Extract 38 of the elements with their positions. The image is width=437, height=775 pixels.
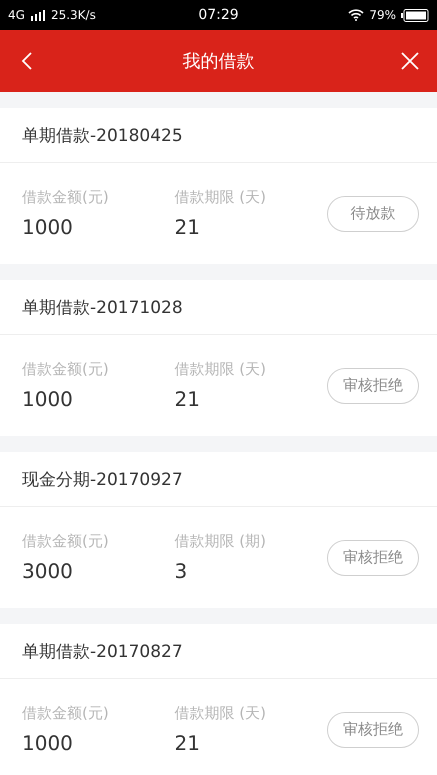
amount-label: 借款金额(元) [22,704,110,723]
page-title: 我的借款 [182,50,254,73]
term-label: 借款期限 (天) [174,360,267,379]
term-label: 借款期限 (期) [174,532,267,551]
loan-card[interactable]: 单期借款-20170827 借款金额(元) 1000 借款期限 (天) 21 审核拒绝 [0,624,437,775]
battery-icon [401,8,430,22]
loan-status-button[interactable]: 审核拒绝 [327,712,419,748]
term-label: 借款期限 (天) [174,704,267,723]
close-icon[interactable] [400,51,420,71]
loan-status-button[interactable]: 审核拒绝 [327,540,419,576]
term-value: 21 [174,731,201,755]
loan-status-button[interactable]: 审核拒绝 [327,368,419,404]
term-value: 3 [174,559,188,583]
amount-value: 3000 [22,559,74,583]
loan-card[interactable]: 单期借款-20180425 借款金额(元) 1000 借款期限 (天) 21 待放款 [0,108,437,264]
term-label: 借款期限 (天) [174,188,267,207]
amount-label: 借款金额(元) [22,188,110,207]
amount-value: 1000 [22,731,74,755]
loan-title: 单期借款-20170827 [0,624,437,679]
amount-value: 1000 [22,387,74,411]
signal-icon [30,10,45,20]
amount-value: 1000 [22,215,74,239]
battery-percent: 79% [369,8,396,22]
network-type: 4G [8,8,25,22]
wifi-icon [348,9,364,21]
loan-card[interactable]: 现金分期-20170927 借款金额(元) 3000 借款期限 (期) 3 审核拒绝 [0,452,437,608]
loan-title: 现金分期-20170927 [0,452,437,507]
network-speed: 25.3K/s [50,8,96,22]
term-value: 21 [174,387,201,411]
loan-title: 单期借款-20171028 [0,280,437,335]
back-icon[interactable] [21,51,33,71]
loan-title: 单期借款-20180425 [0,108,437,163]
term-value: 21 [174,215,201,239]
loan-card[interactable]: 单期借款-20171028 借款金额(元) 1000 借款期限 (天) 21 审核拒绝 [0,280,437,436]
amount-label: 借款金额(元) [22,532,110,551]
amount-label: 借款金额(元) [22,360,110,379]
loan-status-button[interactable]: 待放款 [327,196,419,232]
clock: 07:29 [198,7,239,23]
